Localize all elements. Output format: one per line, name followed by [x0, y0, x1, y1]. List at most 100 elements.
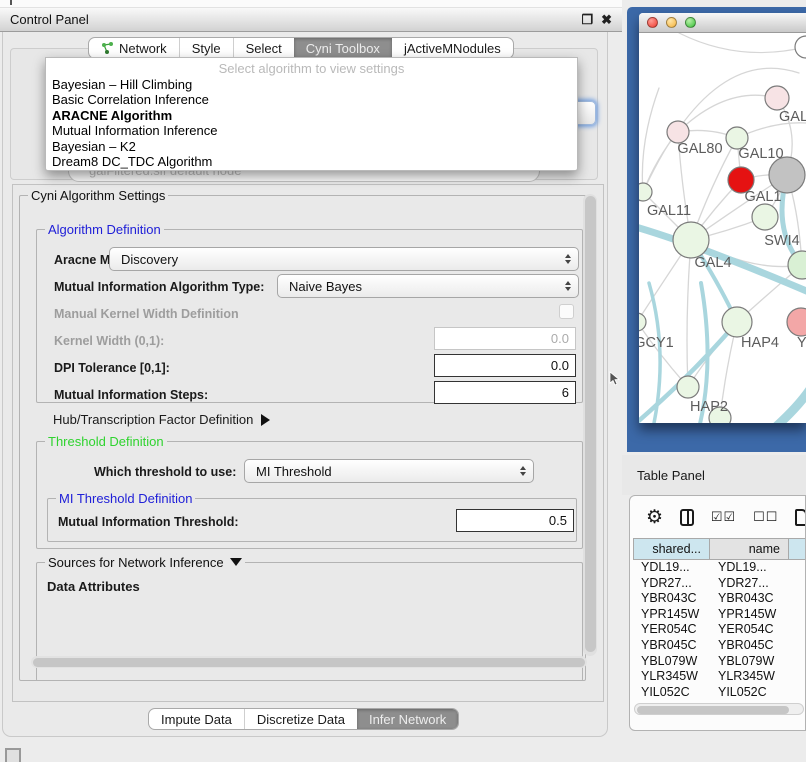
kernel-width-field[interactable]: 0.0 [434, 327, 576, 350]
table-cell: YER054C [710, 622, 789, 638]
node-label: GAL [779, 109, 806, 125]
node-label: HAP4 [741, 335, 779, 351]
table-cell: YER054C [633, 622, 710, 638]
network-node[interactable] [639, 183, 652, 201]
table-cell: YBL079W [633, 654, 710, 670]
float-icon[interactable]: ❐ [581, 12, 593, 28]
columns-icon[interactable] [680, 509, 694, 526]
stepper-icon [565, 254, 571, 264]
tab-discretize-data[interactable]: Discretize Data [244, 709, 357, 729]
table-hscrollbar-thumb[interactable] [637, 706, 789, 714]
table-hscrollbar[interactable] [634, 703, 804, 715]
node-label: GAL1 [744, 189, 781, 205]
table-cell: 9. [789, 607, 806, 623]
column-header-a[interactable]: A [789, 538, 806, 560]
table-row[interactable]: YPR145WYPR145W9. [633, 607, 806, 623]
table-row[interactable]: YER054CYER054C8. [633, 622, 806, 638]
column-header-shared[interactable]: shared... [633, 538, 710, 560]
export-table-icon[interactable] [795, 509, 806, 526]
table-row[interactable]: YDR27...YDR27...12 [633, 576, 806, 592]
settings-hscrollbar-thumb[interactable] [33, 658, 585, 667]
zoom-traffic-light-icon[interactable] [685, 17, 696, 28]
table-cell: 13 [789, 560, 806, 576]
settings-vscrollbar-thumb[interactable] [585, 196, 596, 652]
tab-label: Select [246, 41, 282, 56]
mi-threshold-group: MI Threshold Definition Mutual Informati… [47, 498, 577, 542]
network-window-titlebar[interactable] [639, 13, 806, 33]
dpi-tolerance-label: DPI Tolerance [0,1]: [54, 361, 170, 375]
table-row[interactable]: YLR345WYLR345W9. [633, 669, 806, 685]
algorithm-option-bayesian-k2[interactable]: Bayesian – K2 [46, 139, 577, 154]
table-cell [789, 654, 806, 670]
close-icon[interactable]: ✖ [601, 12, 612, 28]
network-edge [639, 322, 688, 387]
mi-type-label: Mutual Information Algorithm Type: [54, 280, 264, 294]
mi-steps-field[interactable]: 6 [434, 381, 576, 404]
algorithm-option-bayesian-hill-climbing[interactable]: Bayesian – Hill Climbing [46, 77, 577, 92]
tab-style[interactable]: Style [179, 38, 233, 58]
algorithm-option-mutual-information-inference[interactable]: Mutual Information Inference [46, 123, 577, 138]
table-row[interactable]: YBL079WYBL079W [633, 654, 806, 670]
network-node[interactable] [769, 157, 805, 193]
node-label: GAL4 [694, 255, 731, 271]
minimized-panel-chip[interactable] [5, 748, 21, 762]
tab-cyni-toolbox[interactable]: Cyni Toolbox [294, 38, 392, 58]
dpi-tolerance-field[interactable]: 0.0 [434, 354, 576, 377]
algorithm-option-basic-correlation-inference[interactable]: Basic Correlation Inference [46, 92, 577, 107]
network-node[interactable] [639, 313, 646, 331]
hub-definition-toggle[interactable]: Hub/Transcription Factor Definition [53, 412, 270, 427]
table-row[interactable]: YBR045CYBR045C9. [633, 638, 806, 654]
column-header-name[interactable]: name [710, 538, 789, 560]
algorithm-option-aracne-algorithm[interactable]: ARACNE Algorithm [46, 108, 577, 123]
aracne-mode-combo[interactable]: Discovery [109, 247, 579, 271]
top-strip [0, 0, 622, 8]
network-node[interactable] [795, 36, 806, 58]
tab-impute-data[interactable]: Impute Data [149, 709, 244, 729]
mi-threshold-field[interactable]: 0.5 [456, 509, 574, 532]
which-threshold-combo[interactable]: MI Threshold [244, 459, 534, 483]
table-row[interactable]: YBR043CYBR043C [633, 591, 806, 607]
node-label: Y [797, 335, 806, 351]
tab-network[interactable]: Network [89, 38, 179, 58]
table-row[interactable]: YDL19...YDL19...13 [633, 560, 806, 576]
network-edge [679, 33, 806, 53]
tab-label: Network [119, 41, 167, 56]
select-all-checkboxes-icon[interactable]: ☑☑ [711, 509, 736, 525]
table-panel: ⚙ ☑☑ ☐☐ shared...nameAYDL19...YDL19...13… [629, 495, 806, 731]
table-cell: YIL052C [633, 685, 710, 701]
sources-group-title[interactable]: Sources for Network Inference [45, 555, 245, 570]
manual-kernel-checkbox[interactable] [559, 304, 574, 319]
network-node[interactable] [667, 121, 689, 143]
algorithm-placeholder: Select algorithm to view settings [46, 58, 577, 77]
network-icon [101, 42, 114, 55]
tab-label: Style [192, 41, 221, 56]
table-cell: YPR145W [633, 607, 710, 623]
close-traffic-light-icon[interactable] [647, 17, 658, 28]
table-cell: YDR27... [710, 576, 789, 592]
network-node[interactable] [673, 222, 709, 258]
aracne-mode-value: Discovery [121, 252, 178, 267]
node-label: GAL10 [738, 146, 783, 162]
network-node[interactable] [677, 376, 699, 398]
threshold-definition-group: Threshold Definition Which threshold to … [36, 441, 583, 549]
algorithm-option-dream8-dc-tdc-algorithm[interactable]: Dream8 DC_TDC Algorithm [46, 154, 577, 169]
network-canvas[interactable]: GALGAL80GAL10GAL11GAL1SWI4GAL4GCY1HAP4YH… [639, 33, 806, 423]
table-row[interactable]: YIL052CYIL052C9 [633, 685, 806, 701]
gear-icon[interactable]: ⚙ [646, 508, 663, 527]
mi-type-combo[interactable]: Naive Bayes [277, 274, 579, 298]
network-node[interactable] [752, 204, 778, 230]
node-label: GAL11 [647, 203, 691, 219]
network-node[interactable] [722, 307, 752, 337]
minimize-traffic-light-icon[interactable] [666, 17, 677, 28]
network-node[interactable] [787, 308, 806, 336]
network-node[interactable] [765, 86, 789, 110]
tab-infer-network[interactable]: Infer Network [357, 709, 458, 729]
data-attributes-label: Data Attributes [47, 579, 140, 594]
deselect-all-checkboxes-icon[interactable]: ☐☐ [753, 509, 778, 525]
network-edge [678, 95, 777, 132]
table-cell: YBR045C [710, 638, 789, 654]
tab-jactivemnodules[interactable]: jActiveMNodules [392, 38, 513, 58]
tab-select[interactable]: Select [233, 38, 294, 58]
table-toolbar: ⚙ ☑☑ ☐☐ [630, 496, 806, 538]
node-label: HAP2 [690, 399, 728, 415]
